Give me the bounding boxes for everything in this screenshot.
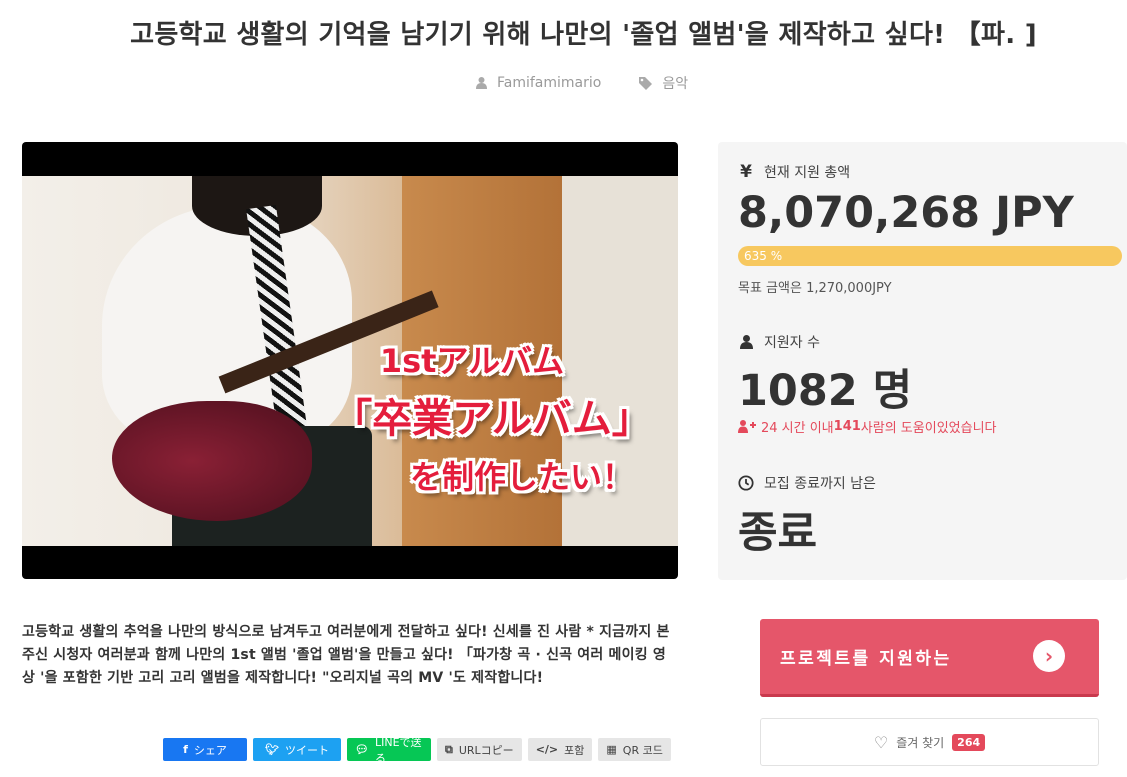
facebook-share-button[interactable]: f シェア (163, 738, 247, 761)
total-label: ¥ 현재 지원 총액 (738, 162, 850, 182)
twitter-share-button[interactable]: 🐦︎ ツイート (253, 738, 341, 761)
overlay-line3: を制作したい！ (409, 458, 634, 496)
project-description: 고등학교 생활의 추억을 나만의 방식으로 남겨두고 여러분에게 전달하고 싶다… (22, 624, 670, 686)
line-share-button[interactable]: 💬︎ LINEで送る (347, 736, 431, 765)
twitter-icon: 🐦︎ (265, 743, 279, 756)
yen-icon: ¥ (740, 162, 752, 182)
favorite-button[interactable]: ♡ 즐겨 찾기 264 (760, 718, 1099, 766)
bass-guitar (112, 401, 312, 521)
video-frame: 1stアルバム 「卒業アルバム」 を制作したい！ (22, 176, 678, 546)
chevron-right-icon: › (1033, 640, 1065, 672)
user-icon (476, 77, 487, 89)
overlay-line1: 1stアルバム (379, 342, 565, 380)
video-overlay-text: 1stアルバム 「卒業アルバム」 を制作したい！ (312, 336, 672, 498)
favorite-count-badge: 264 (952, 733, 986, 751)
support-project-button[interactable]: 프로젝트를 지원하는 › (760, 619, 1099, 697)
goal-amount: 목표 금액은 1,270,000JPY (738, 281, 892, 296)
category-name: 음악 (662, 76, 689, 92)
project-meta: Famifamimario 음악 (476, 73, 688, 93)
embed-button[interactable]: </> 포함 (527, 738, 593, 761)
remaining-value: 종료 (738, 508, 818, 558)
project-video[interactable]: 1stアルバム 「卒業アルバム」 を制作したい！ (22, 142, 678, 579)
category[interactable]: 음악 (639, 73, 688, 93)
overlay-line2: 「卒業アルバム」 (332, 396, 652, 442)
qr-icon: ▦ (606, 743, 617, 756)
recent-backers: 24 시간 이내 141 사람의 도움이있었습니다 (738, 417, 997, 436)
facebook-icon: f (183, 743, 188, 756)
clock-icon (738, 474, 754, 492)
author-name: Famifamimario (497, 75, 602, 91)
backers-label: 지원자 수 (738, 332, 820, 352)
share-buttons: f シェア 🐦︎ ツイート 💬︎ LINEで送る ⧉ URLコピー </> 포함 ▦ QR … (163, 736, 677, 765)
users-plus-icon (738, 420, 756, 433)
tag-icon (639, 76, 653, 90)
copy-icon: ⧉ (445, 742, 453, 756)
total-amount: 8,070,268 JPY (738, 188, 1074, 238)
backers-count: 1082 명 (738, 366, 913, 416)
url-copy-button[interactable]: ⧉ URLコピー (437, 738, 522, 761)
code-icon: </> (535, 743, 559, 756)
support-button-label: 프로젝트를 지원하는 (780, 649, 952, 669)
stats-panel: ¥ 현재 지원 총액 8,070,268 JPY 635 % 목표 금액은 1,… (718, 142, 1127, 580)
user-icon (738, 335, 754, 349)
funding-progress-bar: 635 % (738, 246, 1122, 266)
project-title: 고등학교 생활의 기억을 남기기 위해 나만의 '졸업 앨범'을 제작하고 싶다… (130, 20, 1037, 50)
heart-icon: ♡ (873, 732, 889, 752)
remaining-label: 모집 종료까지 남은 (738, 473, 876, 493)
qr-code-button[interactable]: ▦ QR 코드 (598, 738, 671, 761)
favorite-label: 즐겨 찾기 (896, 735, 945, 750)
line-icon: 💬︎ (355, 743, 369, 756)
author[interactable]: Famifamimario (476, 75, 601, 91)
